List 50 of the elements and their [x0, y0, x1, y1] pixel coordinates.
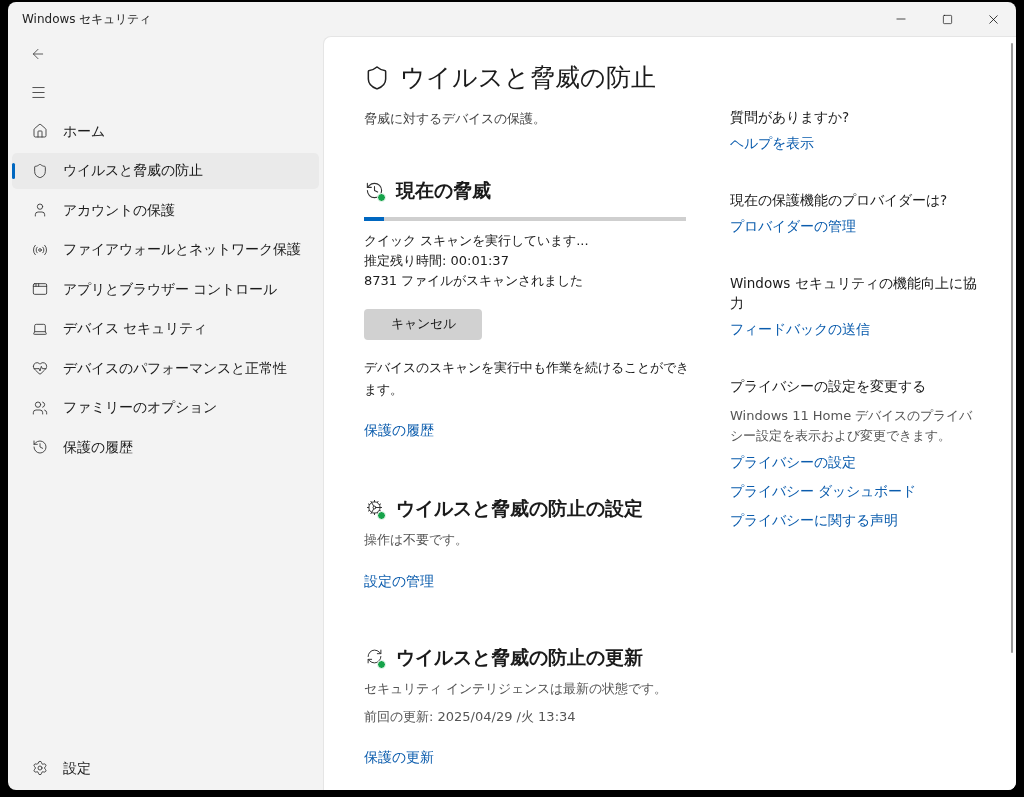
link[interactable]: プロバイダーの管理	[730, 216, 980, 237]
link[interactable]: プライバシーの設定	[730, 452, 980, 473]
sidebar-item[interactable]: 保護の履歴	[12, 429, 319, 465]
link[interactable]: プライバシー ダッシュボード	[730, 481, 980, 502]
sidebar-item[interactable]: アカウントの保護	[12, 192, 319, 228]
sidebar-item[interactable]: デバイス セキュリティ	[12, 310, 319, 347]
panel-description: Windows 11 Home デバイスのプライバシー設定を表示および変更できます。	[730, 407, 974, 445]
history-icon	[32, 439, 48, 455]
panel-heading: Windows セキュリティの機能向上に協力	[730, 274, 978, 313]
maximize-icon	[941, 13, 953, 25]
page-title: ウイルスと脅威の防止	[400, 62, 656, 94]
sidebar-item[interactable]: 設定	[12, 750, 319, 786]
scan-status: クイック スキャンを実行しています...	[364, 231, 590, 250]
person-icon	[32, 202, 48, 218]
settings-status: 操作は不要です。	[364, 531, 469, 549]
home-icon	[32, 123, 48, 139]
link[interactable]: 設定の管理	[364, 572, 434, 589]
panel-heading: プライバシーの設定を変更する	[730, 377, 927, 396]
sidebar-item[interactable]: アプリとブラウザー コントロール	[12, 271, 319, 307]
history-icon	[364, 180, 384, 201]
heart-pulse-icon	[32, 360, 48, 376]
panel-heading: 現在の保護機能のプロバイダーは?	[730, 191, 949, 210]
panel-heading: 質問がありますか?	[730, 108, 851, 127]
cancel-button[interactable]: キャンセル	[364, 308, 482, 340]
section-heading: ウイルスと脅威の防止の設定	[396, 495, 643, 521]
scan-status: 8731 ファイルがスキャンされました	[364, 271, 585, 290]
window-icon	[32, 281, 48, 297]
section-heading: 現在の脅威	[396, 178, 491, 203]
link[interactable]: フィードバックの送信	[730, 319, 980, 340]
page-subtitle: 脅威に対するデバイスの保護。	[364, 109, 547, 128]
scan-status: 推定残り時間: 00:01:37	[364, 251, 510, 270]
scan-note: デバイスのスキャンを実行中も作業を続けることができます。	[364, 358, 689, 399]
people-icon	[32, 399, 48, 416]
link[interactable]: プライバシーに関する声明	[730, 510, 980, 531]
link[interactable]: 保護の更新	[364, 749, 434, 765]
sidebar-item[interactable]: ホーム	[12, 113, 319, 149]
link[interactable]: ヘルプを表示	[730, 133, 980, 154]
sidebar-item[interactable]: ウイルスと脅威の防止	[12, 152, 319, 189]
last-update: 前回の更新: 2025/04/29 /火 13:34	[364, 707, 577, 726]
shield-icon	[32, 162, 48, 179]
sidebar-item[interactable]: デバイスのパフォーマンスと正常性	[12, 350, 319, 386]
window-title: Windows セキュリティ	[22, 11, 153, 28]
settings-icon	[32, 760, 48, 776]
gears-icon	[364, 497, 384, 518]
refresh-icon	[364, 646, 384, 667]
sidebar-item[interactable]: ファイアウォールとネットワーク保護	[12, 231, 319, 268]
link[interactable]: 保護の履歴	[364, 421, 434, 438]
update-status: セキュリティ インテリジェンスは最新の状態です。	[364, 680, 669, 698]
section-heading: ウイルスと脅威の防止の更新	[396, 644, 643, 670]
sidebar-item[interactable]: ファミリーのオプション	[12, 389, 319, 426]
